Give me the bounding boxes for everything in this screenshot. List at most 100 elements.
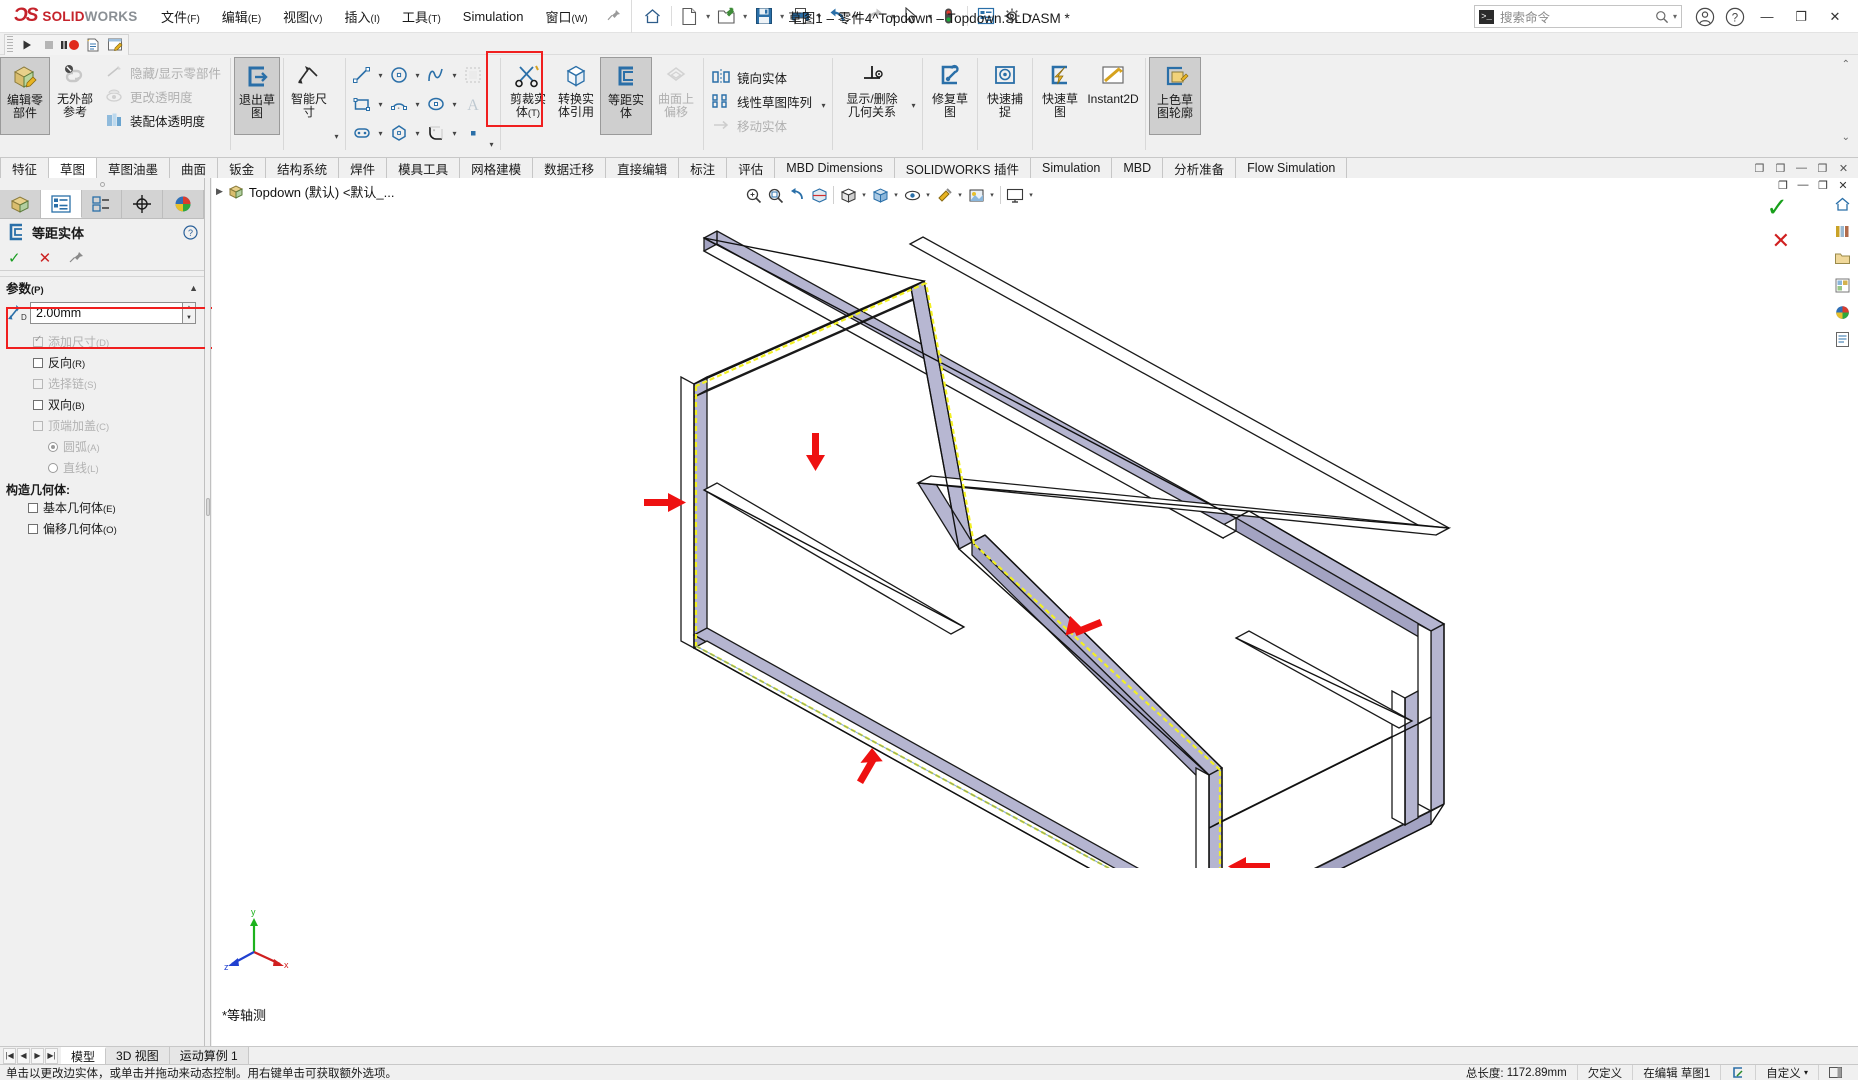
rectangle-tool-dropdown[interactable]: ▾ — [375, 91, 386, 117]
arcs-radio[interactable]: 圆弧(A) — [0, 439, 204, 454]
tab-sketch-ink[interactable]: 草图油墨 — [97, 158, 171, 178]
tab-sketch[interactable]: 草图 — [49, 158, 98, 178]
search-input[interactable]: >_ 搜索命令 ▾ — [1474, 5, 1682, 28]
select-dropdown[interactable]: ▾ — [925, 3, 936, 29]
cap-ends-checkbox[interactable]: 顶端加盖(C) — [0, 418, 204, 433]
change-transparency-item[interactable]: 更改透明度 — [100, 84, 227, 108]
sketch-status-icon[interactable] — [1720, 1064, 1755, 1080]
menu-tools[interactable]: 工具(T) — [391, 3, 452, 30]
arcs-radio-button[interactable] — [48, 441, 58, 452]
rebuild-button[interactable] — [936, 3, 962, 29]
spin-up-icon[interactable]: ▲ — [183, 303, 195, 313]
ellipse-tool[interactable] — [423, 91, 449, 117]
offset-distance-spin-buttons[interactable]: ▲ ▼ — [183, 302, 196, 324]
bi-directional-checkbox[interactable]: 双向(B) — [0, 397, 204, 412]
home-button[interactable] — [640, 3, 666, 29]
open-document-button[interactable] — [714, 3, 740, 29]
lines-radio-button[interactable] — [48, 462, 58, 473]
feature-manager-tab[interactable] — [0, 190, 41, 218]
new-document-button[interactable] — [677, 3, 703, 29]
open-document-dropdown[interactable]: ▾ — [740, 3, 751, 29]
cm-restore2-icon[interactable]: ❐ — [1772, 160, 1789, 176]
restore-button[interactable]: ❐ — [1784, 1, 1818, 32]
sketch-fillet-dropdown[interactable]: ▾ — [449, 120, 460, 146]
edit-macro-button[interactable] — [104, 35, 126, 55]
mirror-entities-item[interactable]: 镜向实体 — [707, 65, 818, 89]
circle-tool[interactable] — [386, 62, 412, 88]
help-icon[interactable]: ? — [1720, 2, 1750, 32]
reverse-checkbox[interactable]: 反向(R) — [0, 355, 204, 370]
save-dropdown[interactable]: ▾ — [777, 3, 788, 29]
smart-dimension-button[interactable]: 智能尺寸 — [287, 57, 331, 135]
cm-restore-icon[interactable]: ❐ — [1751, 160, 1768, 176]
help-question-icon[interactable]: ? — [183, 224, 198, 240]
bi-directional-checkbox-box[interactable] — [33, 399, 43, 410]
smart-dimension-dropdown[interactable]: ▾ — [331, 123, 342, 149]
line-tool[interactable] — [349, 62, 375, 88]
select-chain-checkbox[interactable]: 选择链(S) — [0, 376, 204, 391]
last-tab-icon[interactable]: ▶| — [45, 1047, 58, 1064]
tab-weldments[interactable]: 焊件 — [339, 158, 388, 178]
spline-tool-dropdown[interactable]: ▾ — [449, 62, 460, 88]
tab-surfaces[interactable]: 曲面 — [170, 158, 219, 178]
cm-minimize-icon[interactable]: — — [1793, 160, 1810, 176]
chevron-up-icon[interactable]: ▲ — [189, 283, 198, 293]
slot-tool-dropdown[interactable]: ▾ — [375, 120, 386, 146]
panel-splitter[interactable] — [0, 178, 204, 190]
tab-mbd-dimensions[interactable]: MBD Dimensions — [775, 158, 895, 178]
tab-flow-simulation[interactable]: Flow Simulation — [1236, 158, 1348, 178]
accept-button[interactable]: ✓ — [8, 249, 21, 267]
redo-dropdown[interactable]: ▾ — [888, 3, 899, 29]
offset-on-surface-button[interactable]: 曲面上 偏移 — [652, 57, 700, 135]
polygon-tool-dropdown[interactable]: ▾ — [412, 120, 423, 146]
offset-distance-input[interactable]: 2.00mm — [30, 302, 183, 324]
lines-radio[interactable]: 直线(L) — [0, 460, 204, 475]
options-gear-button[interactable] — [999, 3, 1025, 29]
select-button[interactable] — [899, 3, 925, 29]
tab-simulation[interactable]: Simulation — [1030, 158, 1113, 178]
model-3d-view[interactable] — [212, 178, 1852, 868]
edit-component-button[interactable]: 编辑零 部件 — [0, 57, 50, 135]
doc-tab-motion-study-1[interactable]: 运动算例 1 — [169, 1047, 249, 1064]
menu-edit[interactable]: 编辑(E) — [211, 3, 272, 30]
offset-distance-stepper[interactable]: 2.00mm ▲ ▼ — [30, 302, 196, 324]
units-status[interactable]: 自定义 ▾ — [1755, 1064, 1818, 1080]
close-button[interactable]: ✕ — [1818, 1, 1852, 32]
tab-evaluate[interactable]: 评估 — [727, 158, 776, 178]
base-geometry-checkbox-box[interactable] — [28, 502, 38, 513]
search-dropdown-icon[interactable]: ▾ — [1673, 12, 1677, 21]
sketch-pattern-tool[interactable] — [460, 62, 486, 88]
tab-features[interactable]: 特征 — [0, 158, 50, 178]
parameters-section-header[interactable]: 参数(P) ▲ — [0, 276, 204, 298]
undo-dropdown[interactable]: ▾ — [851, 3, 862, 29]
spline-tool[interactable] — [423, 62, 449, 88]
convert-entities-button[interactable]: 转换实 体引用 — [552, 57, 600, 135]
arc-tool[interactable] — [386, 91, 412, 117]
doc-tab-model[interactable]: 模型 — [61, 1047, 107, 1064]
prev-tab-icon[interactable]: ◀ — [17, 1047, 30, 1064]
next-tab-icon[interactable]: ▶ — [31, 1047, 44, 1064]
assembly-transparency-item[interactable]: 装配体透明度 — [100, 108, 227, 132]
text-tool[interactable]: A — [460, 91, 486, 117]
stop-button[interactable] — [38, 35, 60, 55]
linear-sketch-pattern-item[interactable]: 线性草图阵列 — [707, 89, 818, 113]
options-dropdown[interactable]: ▾ — [1025, 3, 1036, 29]
offset-geometry-checkbox-box[interactable] — [28, 523, 38, 534]
line-tool-dropdown[interactable]: ▾ — [375, 62, 386, 88]
panel-resize-splitter[interactable] — [205, 178, 211, 1046]
sketch-entities-more-dropdown[interactable]: ▾ — [486, 61, 497, 149]
doc-tab-3d-views[interactable]: 3D 视图 — [106, 1047, 170, 1064]
menu-insert[interactable]: 插入(I) — [334, 3, 391, 30]
tab-mbd[interactable]: MBD — [1112, 158, 1164, 178]
toolbar-grip[interactable] — [7, 36, 13, 54]
print-button[interactable] — [788, 3, 814, 29]
undo-button[interactable] — [825, 3, 851, 29]
tab-solidworks-addins[interactable]: SOLIDWORKS 插件 — [894, 158, 1031, 178]
polygon-tool[interactable] — [386, 120, 412, 146]
ribbon-collapse-icon[interactable]: ⌃ — [1842, 59, 1850, 70]
exit-sketch-button[interactable]: 退出草图 — [233, 57, 280, 135]
offset-entities-button[interactable]: 等距实体 — [599, 57, 652, 135]
display-manager-tab[interactable] — [163, 190, 204, 218]
select-chain-checkbox-box[interactable] — [33, 378, 43, 389]
reverse-checkbox-box[interactable] — [33, 357, 43, 368]
